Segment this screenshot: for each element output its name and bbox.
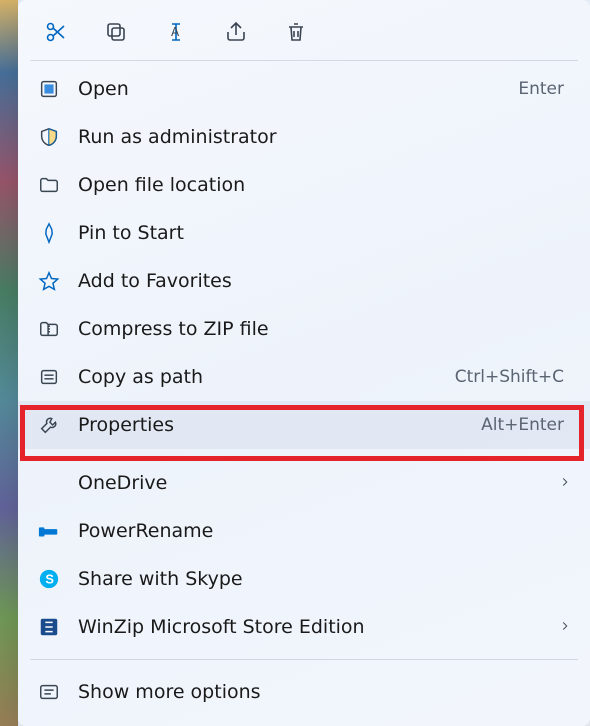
star-icon xyxy=(36,268,62,294)
menu-list: Open Enter Run as administrator Open fil… xyxy=(18,61,590,720)
menu-label: Add to Favorites xyxy=(78,270,572,292)
share-button[interactable] xyxy=(222,18,250,46)
menu-item-pin-start[interactable]: Pin to Start xyxy=(18,209,590,257)
copy-path-icon xyxy=(36,364,62,390)
divider xyxy=(30,659,578,660)
menu-label: Pin to Start xyxy=(78,222,572,244)
cut-button[interactable] xyxy=(42,18,70,46)
trash-icon xyxy=(284,20,308,44)
menu-label: Properties xyxy=(78,414,481,436)
menu-item-run-admin[interactable]: Run as administrator xyxy=(18,113,590,161)
menu-item-winzip[interactable]: WinZip Microsoft Store Edition xyxy=(18,603,590,651)
menu-item-add-favorites[interactable]: Add to Favorites xyxy=(18,257,590,305)
menu-item-properties[interactable]: Properties Alt+Enter xyxy=(18,401,590,449)
menu-item-open-location[interactable]: Open file location xyxy=(18,161,590,209)
menu-label: Run as administrator xyxy=(78,126,572,148)
chevron-right-icon xyxy=(558,618,572,637)
menu-label: PowerRename xyxy=(78,520,572,542)
menu-label: Open file location xyxy=(78,174,572,196)
menu-label: Open xyxy=(78,78,518,100)
rename-button[interactable]: A xyxy=(162,18,190,46)
menu-item-open[interactable]: Open Enter xyxy=(18,65,590,113)
menu-item-onedrive[interactable]: OneDrive xyxy=(18,459,590,507)
menu-item-copy-path[interactable]: Copy as path Ctrl+Shift+C xyxy=(18,353,590,401)
open-icon xyxy=(36,76,62,102)
copy-icon xyxy=(104,20,128,44)
desktop-background-strip xyxy=(0,0,18,726)
menu-label: Compress to ZIP file xyxy=(78,318,572,340)
pin-icon xyxy=(36,220,62,246)
svg-text:S: S xyxy=(45,572,54,587)
folder-icon xyxy=(36,172,62,198)
menu-label: Show more options xyxy=(78,681,572,703)
menu-label: OneDrive xyxy=(78,472,550,494)
quick-actions-toolbar: A xyxy=(18,0,590,60)
menu-item-powerrename[interactable]: PowerRename xyxy=(18,507,590,555)
more-icon xyxy=(36,679,62,705)
menu-shortcut: Alt+Enter xyxy=(481,415,564,435)
menu-item-compress-zip[interactable]: Compress to ZIP file xyxy=(18,305,590,353)
powerrename-icon xyxy=(36,518,62,544)
delete-button[interactable] xyxy=(282,18,310,46)
menu-item-show-more[interactable]: Show more options xyxy=(18,668,590,716)
menu-label: Share with Skype xyxy=(78,568,572,590)
menu-label: WinZip Microsoft Store Edition xyxy=(78,616,550,638)
menu-shortcut: Ctrl+Shift+C xyxy=(455,367,564,387)
zip-icon xyxy=(36,316,62,342)
shield-icon xyxy=(36,124,62,150)
menu-label: Copy as path xyxy=(78,366,455,388)
winzip-icon xyxy=(36,614,62,640)
svg-text:A: A xyxy=(171,25,180,39)
menu-shortcut: Enter xyxy=(518,79,564,99)
menu-item-skype[interactable]: S Share with Skype xyxy=(18,555,590,603)
skype-icon: S xyxy=(36,566,62,592)
share-icon xyxy=(224,20,248,44)
scissors-icon xyxy=(44,20,68,44)
rename-icon: A xyxy=(164,20,188,44)
copy-button[interactable] xyxy=(102,18,130,46)
chevron-right-icon xyxy=(558,474,572,493)
onedrive-icon xyxy=(36,470,62,496)
wrench-icon xyxy=(36,412,62,438)
context-menu: A Open Enter Run as a xyxy=(18,0,590,726)
